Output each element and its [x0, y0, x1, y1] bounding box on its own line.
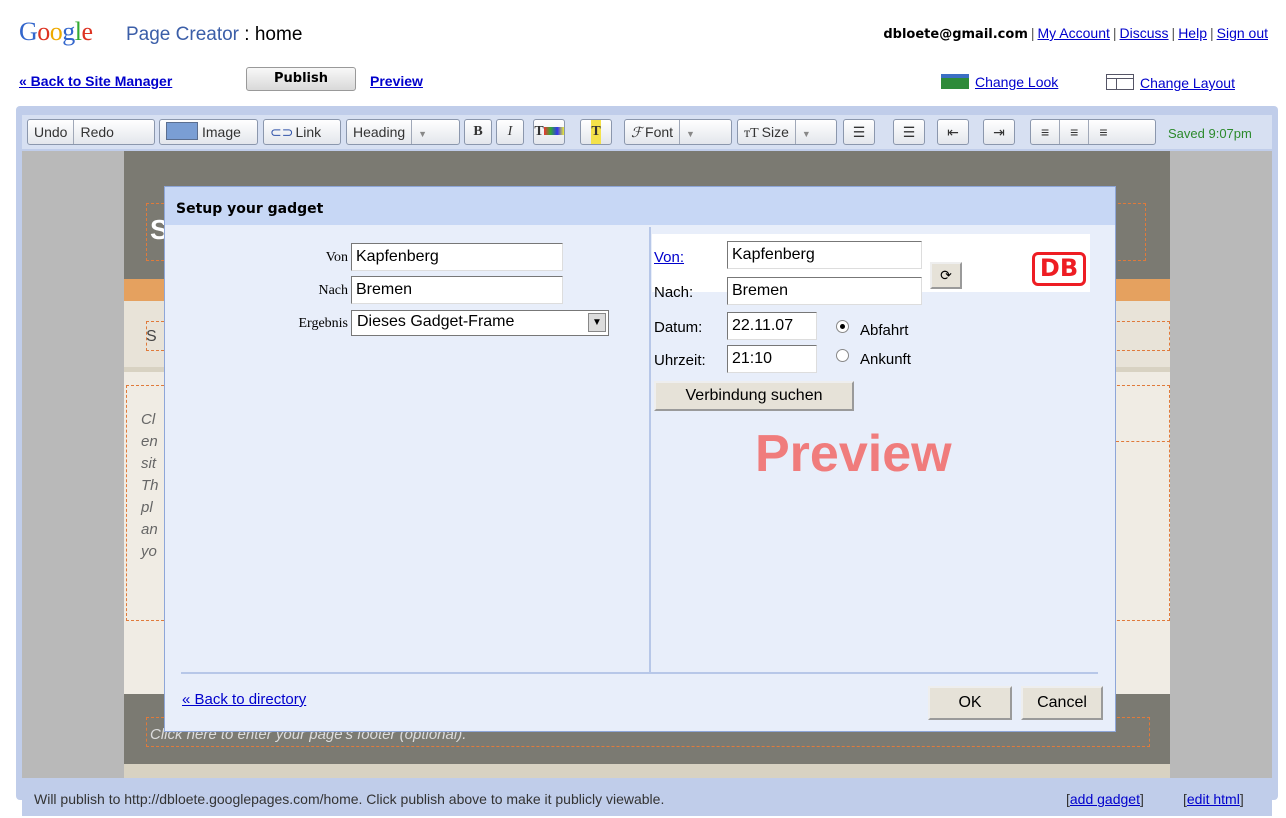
add-gadget-link[interactable]: [add gadget]: [1066, 791, 1144, 807]
text-color-button[interactable]: T: [533, 119, 565, 145]
swap-button[interactable]: ⟳: [930, 262, 962, 289]
change-layout-link[interactable]: Change Layout: [1106, 74, 1235, 91]
edit-html-link[interactable]: [edit html]: [1183, 791, 1244, 807]
indent-button[interactable]: ⇥: [983, 119, 1015, 145]
bold-button[interactable]: B: [464, 119, 492, 145]
preview-link[interactable]: Preview: [370, 73, 423, 89]
uhrzeit-input[interactable]: 21:10: [727, 345, 817, 373]
ankunft-label: Ankunft: [860, 351, 911, 368]
datum-input[interactable]: 22.11.07: [727, 312, 817, 340]
dialog-footer-rule: [181, 672, 1098, 674]
discuss-link[interactable]: Discuss: [1120, 25, 1169, 41]
image-label: Image: [202, 124, 241, 140]
change-layout-label[interactable]: Change Layout: [1140, 75, 1235, 91]
sign-out-link[interactable]: Sign out: [1217, 25, 1268, 41]
nach-input[interactable]: Bremen: [351, 276, 563, 304]
size-chevron-icon: ▼: [801, 129, 811, 139]
publish-button[interactable]: Publish: [246, 67, 356, 91]
ergebnis-value: Dieses Gadget-Frame: [357, 313, 515, 330]
change-look-link[interactable]: Change Look: [941, 74, 1058, 90]
back-to-site-manager-link[interactable]: « Back to Site Manager: [19, 73, 172, 89]
user-links: dbloete@gmail.com | My Account | Discuss | Hel…: [883, 25, 1268, 42]
link-icon: ⊂⊃: [270, 124, 294, 140]
preview-nach-input[interactable]: Bremen: [727, 277, 922, 305]
nach-label: Nach: [318, 283, 348, 298]
body-placeholder: Cl en sit Th pl an yo: [141, 411, 159, 560]
indent-icon: ⇥: [993, 124, 1005, 140]
highlight-icon: T: [591, 120, 601, 144]
cancel-button[interactable]: Cancel: [1021, 686, 1103, 720]
numbered-list-button[interactable]: ☰: [843, 119, 875, 145]
db-logo: DB: [1032, 252, 1086, 286]
my-account-link[interactable]: My Account: [1038, 25, 1110, 41]
saved-status: Saved 9:07pm: [1168, 126, 1252, 141]
image-icon: [166, 122, 198, 140]
size-label: Size: [761, 124, 789, 140]
font-icon: ℱ: [631, 126, 643, 141]
size-dropdown[interactable]: ᴛT Size ▼: [737, 119, 837, 145]
datum-label: Datum:: [654, 319, 703, 336]
ok-button[interactable]: OK: [928, 686, 1012, 720]
link-label: Link: [295, 124, 322, 140]
app-title: Page Creator : home: [126, 24, 303, 45]
edit-html-label[interactable]: edit html: [1187, 791, 1240, 807]
ergebnis-select[interactable]: Dieses Gadget-Frame ▼: [351, 310, 609, 336]
von-input[interactable]: Kapfenberg: [351, 243, 563, 271]
italic-button[interactable]: I: [496, 119, 524, 145]
outdent-button[interactable]: ⇤: [937, 119, 969, 145]
outdent-icon: ⇤: [947, 124, 959, 140]
align-group: ≡ ≡ ≡: [1030, 119, 1156, 145]
align-left-icon[interactable]: ≡: [1031, 120, 1059, 144]
page-subtitle: S: [146, 328, 157, 345]
dialog-title: Setup your gadget: [176, 201, 324, 217]
font-label: Font: [645, 124, 674, 140]
font-dropdown[interactable]: ℱ Font ▼: [624, 119, 732, 145]
preview-watermark: Preview: [755, 425, 952, 483]
change-layout-icon: [1106, 74, 1134, 90]
heading-label: Heading: [353, 124, 406, 140]
add-gadget-label[interactable]: add gadget: [1070, 791, 1140, 807]
heading-chevron-icon: ▼: [418, 129, 428, 139]
undo-button[interactable]: Undo: [28, 120, 73, 144]
google-logo: Google: [19, 17, 93, 46]
preview-von-input[interactable]: Kapfenberg: [727, 241, 922, 269]
undo-redo-group: Undo Redo: [27, 119, 155, 145]
bullet-list-button[interactable]: ☰: [893, 119, 925, 145]
redo-button[interactable]: Redo: [74, 120, 119, 144]
text-color-icon: T: [534, 120, 564, 144]
von-label: Von: [325, 250, 348, 265]
link-button[interactable]: ⊂⊃ Link: [263, 119, 341, 145]
ergebnis-label: Ergebnis: [298, 316, 348, 331]
align-right-icon[interactable]: ≡: [1089, 120, 1117, 144]
abfahrt-radio[interactable]: [836, 320, 849, 333]
back-to-directory-link[interactable]: « Back to directory: [182, 691, 306, 708]
align-center-icon[interactable]: ≡: [1060, 120, 1088, 144]
verbindung-suchen-button[interactable]: Verbindung suchen: [654, 381, 854, 411]
publish-status-text: Will publish to http://dbloete.googlepag…: [34, 791, 665, 807]
ankunft-radio[interactable]: [836, 349, 849, 362]
user-email: dbloete@gmail.com: [883, 27, 1028, 42]
preview-nach-label: Nach:: [654, 284, 694, 301]
font-chevron-icon: ▼: [686, 129, 695, 139]
image-button[interactable]: Image: [159, 119, 258, 145]
uhrzeit-label: Uhrzeit:: [654, 352, 706, 369]
help-link[interactable]: Help: [1178, 25, 1207, 41]
preview-von-link[interactable]: Von:: [654, 249, 684, 266]
sidebar-edit-edge: [1116, 441, 1170, 455]
page-name: : home: [244, 24, 303, 45]
dialog-divider: [649, 227, 651, 673]
bullet-list-icon: ☰: [902, 124, 916, 140]
change-look-icon: [941, 74, 969, 89]
numbered-list-icon: ☰: [852, 124, 866, 140]
highlight-button[interactable]: T: [580, 119, 612, 145]
ergebnis-chevron-icon[interactable]: ▼: [588, 313, 606, 332]
heading-dropdown[interactable]: Heading ▼: [346, 119, 460, 145]
abfahrt-label: Abfahrt: [860, 322, 909, 339]
size-icon: ᴛT: [744, 126, 759, 141]
change-look-label[interactable]: Change Look: [975, 74, 1058, 90]
swap-icon: ⟳: [940, 267, 952, 283]
